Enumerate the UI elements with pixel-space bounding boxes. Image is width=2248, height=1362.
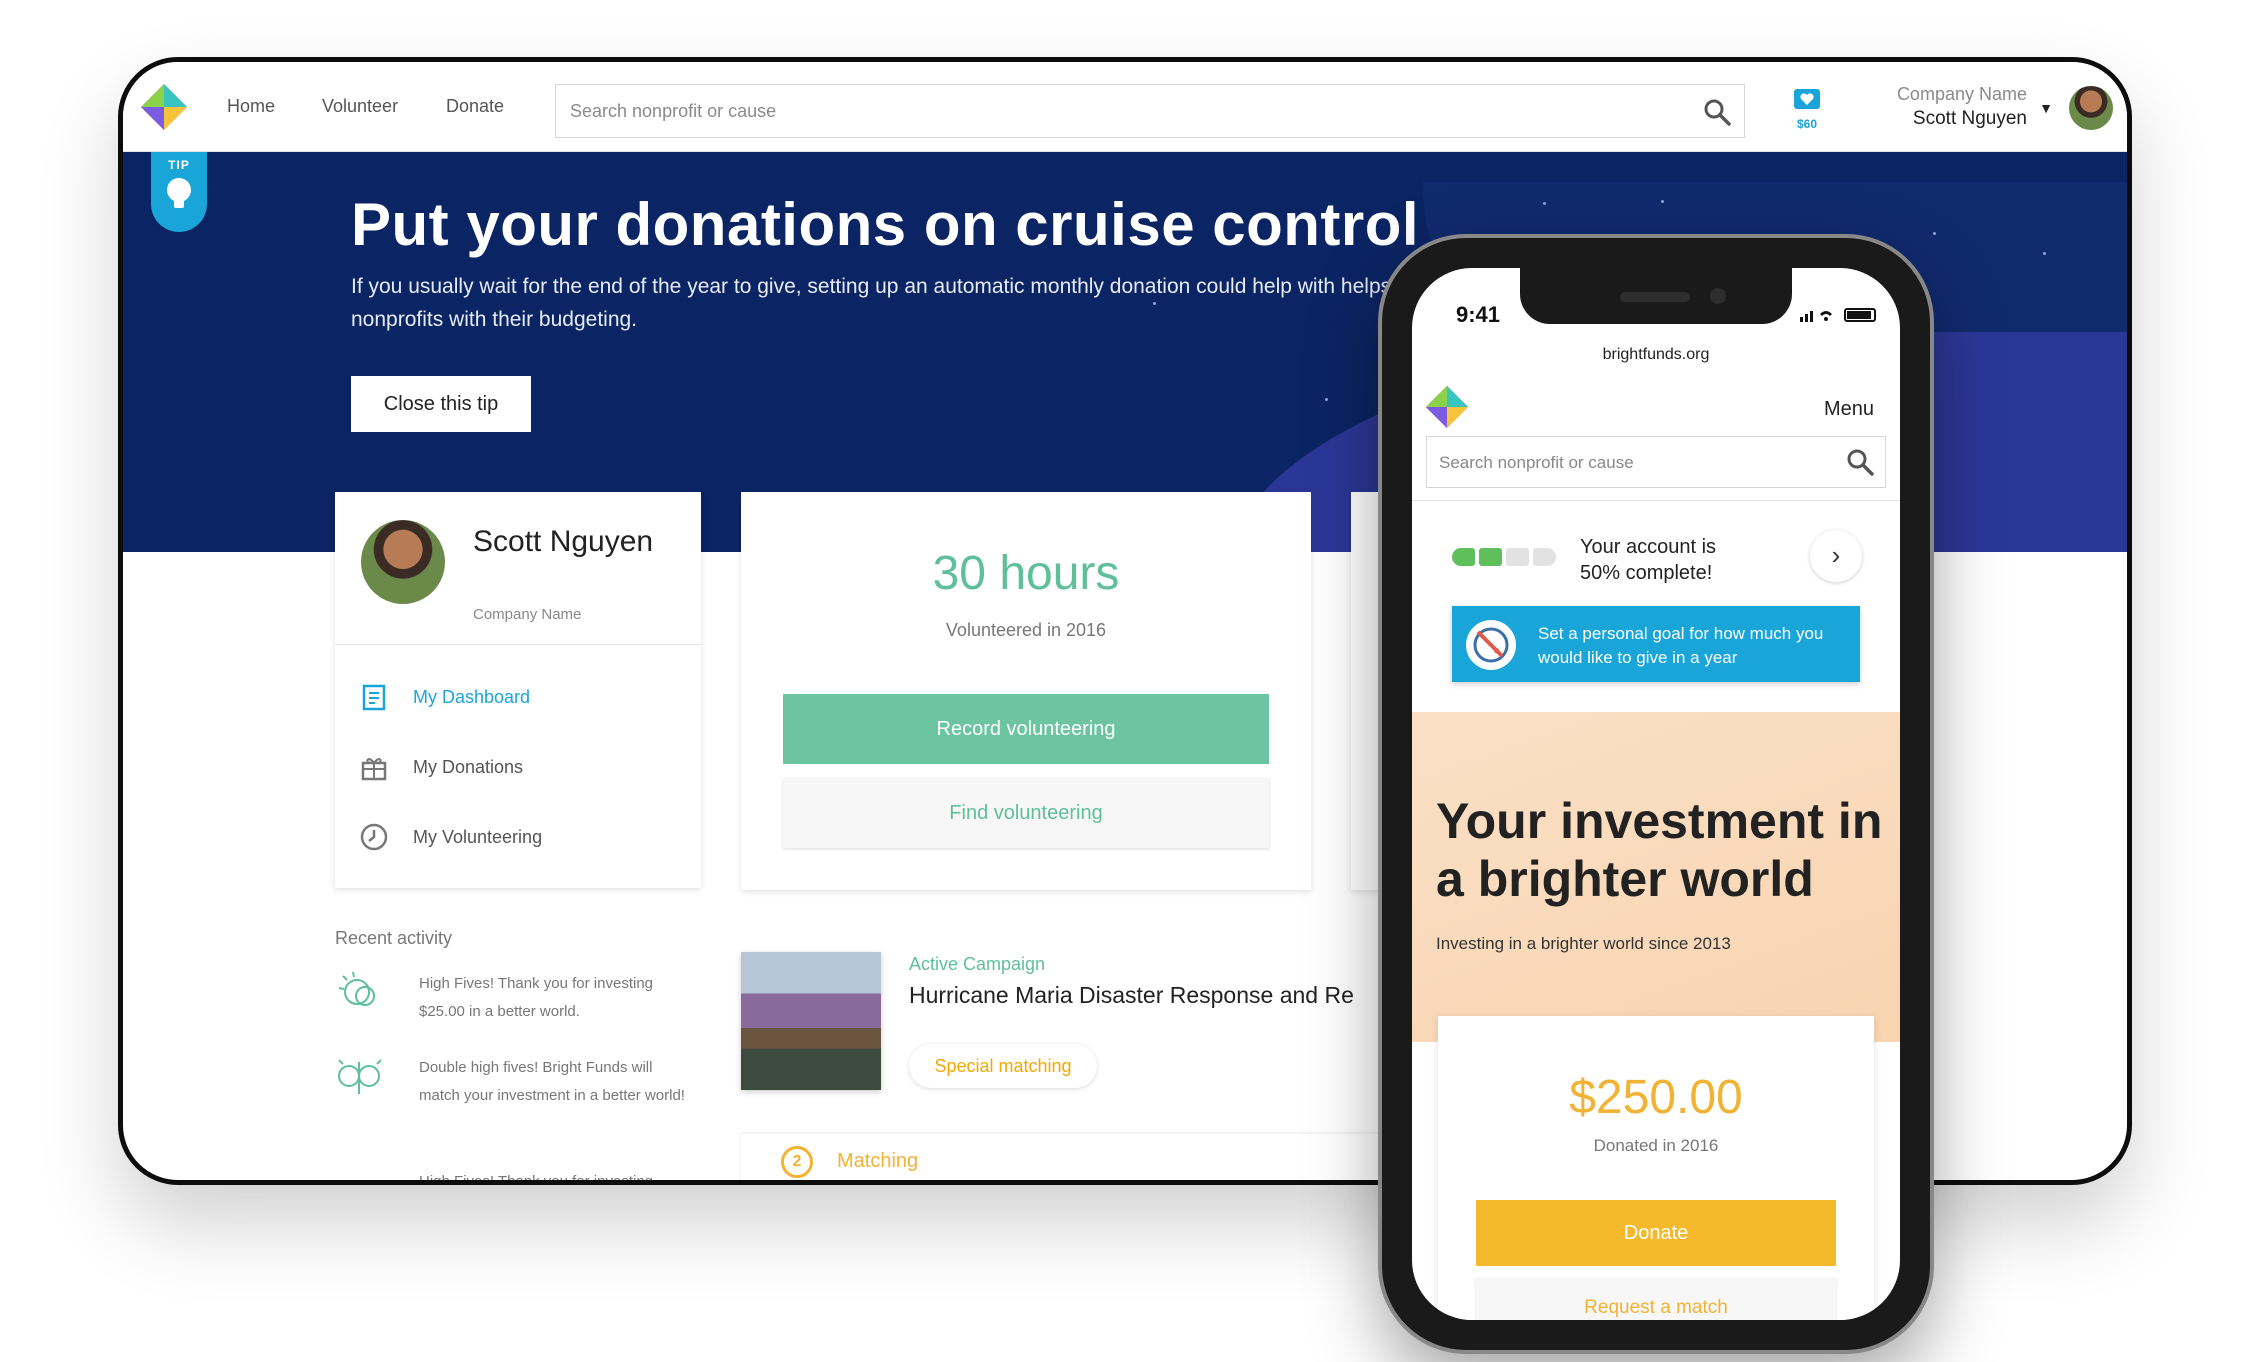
menu-label-dashboard: My Dashboard bbox=[413, 686, 531, 707]
volunteer-hours-caption: Volunteered in 2016 bbox=[945, 620, 1107, 640]
mobile-hero: Your investment in a brighter world Inve… bbox=[1412, 712, 1900, 1042]
progress-segment bbox=[1506, 548, 1529, 566]
account-status-line1: Your account is bbox=[1580, 536, 1717, 558]
lightbulb-base bbox=[174, 200, 184, 208]
wallet-heart-icon bbox=[1794, 89, 1820, 109]
activity-item: High Fives! Thank you for investing $25.… bbox=[335, 970, 695, 1034]
goal-target-icon bbox=[1466, 620, 1516, 670]
campaign-title[interactable]: Hurricane Maria Disaster Response and Re bbox=[909, 982, 1354, 1009]
matching-section: 2 Matching bbox=[741, 1134, 1441, 1180]
star-decoration bbox=[1933, 232, 1936, 235]
progress-segment bbox=[1533, 548, 1556, 566]
status-time: 9:41 bbox=[1456, 302, 1501, 327]
campaign-image[interactable] bbox=[741, 952, 881, 1090]
top-navigation: Home Volunteer Donate Search nonprofit o… bbox=[123, 62, 2127, 152]
special-matching-badge[interactable]: Special matching bbox=[909, 1044, 1097, 1088]
nav-home[interactable]: Home bbox=[227, 96, 275, 117]
account-company[interactable]: Company Name bbox=[1897, 84, 2027, 105]
chevron-right-icon[interactable]: › bbox=[1810, 530, 1862, 582]
wallet-amount: $60 bbox=[1796, 117, 1818, 131]
search-icon[interactable] bbox=[1702, 97, 1732, 127]
mobile-search-input[interactable]: Search nonprofit or cause bbox=[1426, 436, 1886, 488]
menu-button[interactable]: Menu bbox=[1824, 398, 1874, 421]
brightfunds-logo[interactable] bbox=[139, 82, 189, 132]
activity-text: Double high fives! Bright Funds will mat… bbox=[419, 1059, 685, 1104]
campaign-label: Active Campaign bbox=[909, 954, 1046, 974]
high-five-icon bbox=[338, 971, 375, 1006]
gift-icon bbox=[361, 758, 387, 781]
account-progress-bar bbox=[1452, 548, 1556, 566]
record-volunteering-button[interactable]: Record volunteering bbox=[783, 694, 1269, 764]
matching-icon: 2 bbox=[781, 1146, 813, 1178]
goal-prompt-text: Set a personal goal for how much you wou… bbox=[1538, 624, 1824, 667]
clock-icon bbox=[360, 823, 388, 851]
brightfunds-logo[interactable] bbox=[1424, 384, 1470, 430]
star-decoration bbox=[1661, 200, 1664, 203]
browser-url[interactable]: brightfunds.org bbox=[1412, 346, 1900, 364]
account-status: Your account is 50% complete! bbox=[1580, 534, 1716, 586]
menu-item-volunteering[interactable]: My Volunteering bbox=[359, 822, 542, 852]
divider bbox=[335, 644, 701, 645]
tip-title: Put your donations on cruise control bbox=[351, 191, 1420, 258]
search-placeholder: Search nonprofit or cause bbox=[570, 101, 777, 121]
menu-item-donations[interactable]: My Donations bbox=[359, 752, 523, 782]
activity-text: High Fives! Thank you for investing $25.… bbox=[419, 975, 654, 1020]
profile-card: Scott Nguyen Company Name My Dashboard M… bbox=[335, 492, 701, 888]
search-placeholder: Search nonprofit or cause bbox=[1439, 453, 1634, 472]
progress-segment bbox=[1479, 548, 1502, 566]
mobile-device: 9:41 brightfunds.org Menu Search nonprof… bbox=[1378, 234, 1934, 1354]
tip-label: TIP bbox=[168, 158, 190, 172]
account-status-line2: 50% complete! bbox=[1580, 562, 1713, 584]
lightbulb-icon bbox=[167, 178, 191, 202]
star-decoration bbox=[1543, 202, 1546, 205]
donation-amount: $250.00 bbox=[1569, 1071, 1743, 1124]
activity-text: High Fives! Thank you for investing bbox=[419, 1173, 654, 1185]
chevron-down-icon[interactable]: ▼ bbox=[2039, 100, 2053, 116]
hero-subtitle: Investing in a brighter world since 2013 bbox=[1436, 934, 1731, 953]
donate-button[interactable]: Donate bbox=[1476, 1200, 1836, 1266]
speaker-grille bbox=[1620, 292, 1690, 302]
tip-description: If you usually wait for the end of the y… bbox=[351, 275, 1392, 331]
account-name[interactable]: Scott Nguyen bbox=[1913, 108, 2027, 130]
divider bbox=[1412, 500, 1900, 501]
double-high-five-icon bbox=[338, 1059, 382, 1094]
signal-wifi-icon bbox=[1800, 311, 1832, 322]
profile-name: Scott Nguyen bbox=[473, 525, 654, 558]
dashboard-icon bbox=[362, 684, 386, 711]
profile-avatar[interactable] bbox=[361, 520, 445, 604]
request-match-button[interactable]: Request a match bbox=[1476, 1278, 1836, 1320]
volunteer-hours: 30 hours bbox=[932, 547, 1120, 600]
mobile-screen: 9:41 brightfunds.org Menu Search nonprof… bbox=[1412, 268, 1900, 1320]
volunteering-card: 30 hours Volunteered in 2016 Record volu… bbox=[741, 492, 1311, 890]
avatar[interactable] bbox=[2069, 86, 2113, 130]
menu-label-volunteering: My Volunteering bbox=[413, 826, 543, 847]
matching-label: Matching bbox=[837, 1150, 919, 1172]
donation-card: $250.00 Donated in 2016 Donate Request a… bbox=[1438, 1016, 1874, 1320]
hero-title: Your investment in a brighter world bbox=[1436, 793, 1883, 907]
nav-volunteer[interactable]: Volunteer bbox=[322, 96, 398, 117]
star-decoration bbox=[1325, 398, 1328, 401]
camera-icon bbox=[1710, 288, 1726, 304]
phone-notch bbox=[1520, 268, 1792, 324]
high-five-icon bbox=[335, 1172, 385, 1185]
tip-badge: TIP bbox=[151, 152, 207, 232]
star-decoration bbox=[2043, 252, 2046, 255]
activity-item: Double high fives! Bright Funds will mat… bbox=[335, 1054, 695, 1144]
find-volunteering-button[interactable]: Find volunteering bbox=[783, 778, 1269, 848]
progress-segment bbox=[1452, 548, 1475, 566]
menu-label-donations: My Donations bbox=[413, 756, 524, 777]
battery-icon bbox=[1844, 308, 1876, 322]
goal-prompt-banner[interactable]: Set a personal goal for how much you wou… bbox=[1452, 606, 1860, 682]
recent-activity-title: Recent activity bbox=[335, 928, 453, 948]
donation-caption: Donated in 2016 bbox=[1593, 1136, 1719, 1155]
wallet-balance[interactable]: $60 bbox=[1787, 88, 1827, 132]
search-input[interactable]: Search nonprofit or cause bbox=[555, 84, 1745, 138]
close-tip-button[interactable]: Close this tip bbox=[351, 376, 531, 432]
activity-item: High Fives! Thank you for investing bbox=[335, 1172, 695, 1185]
profile-company: Company Name bbox=[473, 606, 582, 623]
menu-item-dashboard[interactable]: My Dashboard bbox=[359, 682, 530, 712]
search-icon[interactable] bbox=[1845, 447, 1875, 477]
nav-donate[interactable]: Donate bbox=[446, 96, 504, 117]
